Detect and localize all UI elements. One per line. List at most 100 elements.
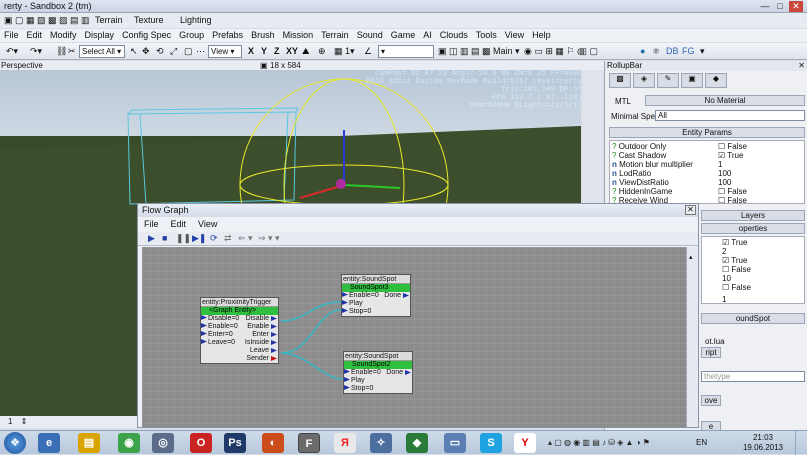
layer-dropdown[interactable]: ▩ Main ▾ <box>482 46 520 57</box>
prop-value[interactable]: ☑ True <box>722 238 747 247</box>
input-port-icon[interactable] <box>201 339 207 344</box>
globe-icon[interactable]: ● <box>640 46 645 56</box>
flow-graph-canvas[interactable]: entity:ProximityTrigger <Graph Entity> D… <box>142 247 686 427</box>
start-button-icon[interactable]: ❖ <box>4 432 26 454</box>
axis-z-button[interactable]: Z <box>274 46 280 56</box>
show-desktop-button[interactable] <box>795 431 807 455</box>
database-button[interactable]: DB <box>666 46 679 56</box>
flow-menu-view[interactable]: View <box>192 218 223 230</box>
texture-button[interactable]: Texture <box>134 15 164 25</box>
minimize-button[interactable]: — <box>758 1 772 12</box>
param-row[interactable]: n ViewDistRatio <box>612 178 669 187</box>
input-port-icon[interactable] <box>201 315 207 320</box>
opera-icon[interactable]: O <box>190 433 212 453</box>
node-port-row[interactable]: Play <box>342 300 410 308</box>
back-icon[interactable]: ⇐ ▾ <box>238 233 253 244</box>
axis-xy-button[interactable]: XY <box>286 46 298 56</box>
param-value[interactable]: ☐ False <box>718 196 747 205</box>
prop-value[interactable]: 2 <box>722 247 726 256</box>
undo-icon[interactable]: ↶▾ <box>6 46 18 57</box>
minspec-dropdown[interactable]: All <box>655 110 805 121</box>
unlink-icon[interactable]: ✂ <box>68 46 76 57</box>
tray-icons[interactable]: ▴ ▢ ◍ ◉ ▥ ▤ ♪ ⛁ ◈ ▲ ◑ ⚑ <box>548 438 650 447</box>
node-port-row[interactable]: Enable=0 Done <box>344 369 412 377</box>
node-port-row[interactable]: Play <box>344 377 412 385</box>
stop-icon[interactable]: ■ <box>162 233 167 243</box>
lighting-button[interactable]: Lighting <box>180 15 212 25</box>
close-button[interactable]: ✕ <box>789 1 803 12</box>
prop-value[interactable]: ☐ False <box>722 283 751 292</box>
remove-button[interactable]: ove <box>701 395 721 406</box>
chrome-icon[interactable]: ◉ <box>118 433 140 453</box>
skype-icon[interactable]: S <box>480 433 502 453</box>
entity-params-header[interactable]: Entity Params <box>609 127 805 138</box>
flow-menu-edit[interactable]: Edit <box>165 218 193 230</box>
menu-display[interactable]: Display <box>81 29 119 41</box>
node-port-row[interactable]: Enable=0 Enable <box>201 323 278 331</box>
modeling-tab-icon[interactable]: ✎ <box>657 73 679 88</box>
menu-modify[interactable]: Modify <box>46 29 81 41</box>
input-port-icon[interactable] <box>342 292 348 297</box>
menu-brush[interactable]: Brush <box>247 29 279 41</box>
pause-icon[interactable]: ❚❚ <box>176 233 191 244</box>
output-port-icon[interactable] <box>271 340 277 345</box>
select-arrow-icon[interactable]: ↖ <box>130 46 138 57</box>
entity-type-field[interactable]: thetype <box>701 371 805 382</box>
grid-icon[interactable]: ▦ 1▾ <box>334 46 355 57</box>
prop-value[interactable]: 1 <box>722 295 726 304</box>
menu-game[interactable]: Game <box>387 29 420 41</box>
proximity-trigger-node[interactable]: entity:ProximityTrigger <Graph Entity> D… <box>200 297 279 364</box>
output-port-icon[interactable] <box>271 324 277 329</box>
debug-icon[interactable]: ⇄ <box>224 233 232 244</box>
node-port-row[interactable]: Leave <box>201 347 278 355</box>
physics-icon[interactable]: ⚛ <box>652 46 660 57</box>
edit-script-button[interactable]: ript <box>701 347 721 358</box>
input-port-icon[interactable] <box>201 323 207 328</box>
toolbar-icons-extra[interactable]: ▯ ▢ <box>582 46 598 57</box>
flow-graph-close-icon[interactable]: ✕ <box>685 205 696 215</box>
param-value[interactable]: ☑ True <box>718 151 743 160</box>
node-port-row[interactable]: Enable=0 Done <box>342 292 410 300</box>
monitor-icon[interactable]: ▭ <box>444 433 466 453</box>
input-port-icon[interactable] <box>344 385 350 390</box>
menu-edit[interactable]: Edit <box>23 29 47 41</box>
refresh-icon[interactable]: ⟳ <box>210 233 218 244</box>
menu-prefabs[interactable]: Prefabs <box>208 29 247 41</box>
select-region-icon[interactable]: ▢ <box>184 46 193 57</box>
node-port-row[interactable]: Stop=0 <box>344 385 412 393</box>
prop-value[interactable]: ☑ True <box>722 256 747 265</box>
sender-port-icon[interactable] <box>271 356 277 361</box>
camera-icons[interactable]: ◉ ▭ ⊞ ▦ ⚐ ◍ <box>524 46 585 57</box>
menu-sound[interactable]: Sound <box>353 29 387 41</box>
node-port-row[interactable]: Leave=0 IsInside <box>201 339 278 347</box>
scroll-up-icon[interactable]: ▴ <box>689 253 693 261</box>
redo-icon[interactable]: ↷▾ <box>30 46 42 57</box>
rotate-icon[interactable]: ⟲ <box>156 46 164 57</box>
node-entity[interactable]: <Graph Entity> <box>201 307 278 315</box>
node-port-row[interactable]: Enter=0 Enter <box>201 331 278 339</box>
terrain-follow-icon[interactable]: ⛰ <box>302 46 310 57</box>
properties-header[interactable]: operties <box>701 223 805 234</box>
output-port-icon[interactable] <box>271 316 277 321</box>
menu-mission[interactable]: Mission <box>279 29 318 41</box>
param-value[interactable]: 100 <box>718 178 731 187</box>
param-row[interactable]: ? Outdoor Only <box>612 142 666 151</box>
clock-time[interactable]: 21:03 <box>740 433 786 442</box>
axis-x-button[interactable]: X <box>248 46 254 56</box>
flow-graph-scrollbar[interactable]: ▴ <box>686 247 698 427</box>
param-row[interactable]: n LodRatio <box>612 169 651 178</box>
input-port-icon[interactable] <box>342 308 348 313</box>
param-row[interactable]: ? HiddenInGame <box>612 187 673 196</box>
ie-icon[interactable]: e <box>38 433 60 453</box>
soundspot3-node[interactable]: entity:SoundSpot SoundSpot3 Enable=0 Done… <box>341 274 411 317</box>
toolbar-icons-group[interactable]: ▣ ◫ ▥ ▤ <box>438 46 480 57</box>
param-row[interactable]: ? Cast Shadow <box>612 151 666 160</box>
output-port-icon[interactable] <box>271 348 277 353</box>
menu-view[interactable]: View <box>501 29 528 41</box>
viewport-label[interactable]: Perspective <box>1 61 43 70</box>
node-entity[interactable]: SoundSpot3 <box>342 284 410 292</box>
param-value[interactable]: ☐ False <box>718 187 747 196</box>
coordinate-system-dropdown[interactable]: View ▾ <box>208 45 242 58</box>
axis-y-button[interactable]: Y <box>261 46 267 56</box>
app-icon[interactable]: ◎ <box>152 433 174 453</box>
